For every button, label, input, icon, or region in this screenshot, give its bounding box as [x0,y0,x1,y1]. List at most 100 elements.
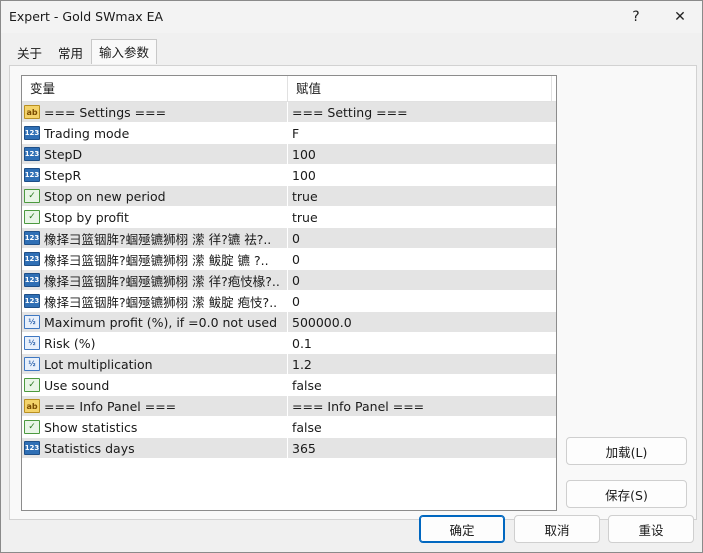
value-cell[interactable]: 500000.0 [288,312,552,332]
variable-name: StepR [44,167,82,183]
value-cell[interactable]: === Setting === [288,102,552,122]
table-row[interactable]: 123 橡择彐篮铟脌?蝈殛镳狮栩 潆 鲅腚 疱忮?.. 0 [22,291,556,312]
variable-cell: ab === Settings === [22,102,288,122]
tab-strip: 关于 常用 输入参数 [9,39,158,65]
variable-cell: 123 Statistics days [22,438,288,458]
variable-name: 橡择彐篮铟脌?蝈殛镳狮栩 潆 徉?镳 祛?.. [44,231,272,247]
variable-name: 橡择彐篮铟脌?蝈殛镳狮栩 潆 鲅腚 疱忮?.. [44,294,278,310]
double-type-icon: ½ [24,357,40,371]
variable-cell: 123 StepD [22,144,288,164]
value-cell[interactable]: 100 [288,165,552,185]
table-row[interactable]: ✓ Stop on new period true [22,186,556,207]
column-header-value[interactable]: 赋值 [288,76,552,101]
variable-name: === Info Panel === [44,398,177,414]
value-cell[interactable]: 0 [288,291,552,311]
tab-about[interactable]: 关于 [9,41,50,65]
cancel-button[interactable]: 取消 [514,515,600,543]
expert-dialog: Expert - Gold SWmax EA ? ✕ 关于 常用 输入参数 变量… [0,0,703,553]
table-row[interactable]: ✓ Stop by profit true [22,207,556,228]
reset-button[interactable]: 重设 [608,515,694,543]
value-cell[interactable]: 0.1 [288,333,552,353]
value-cell[interactable]: === Info Panel === [288,396,552,416]
integer-type-icon: 123 [24,273,40,287]
variable-cell: ½ Lot multiplication [22,354,288,374]
table-row[interactable]: ½ Lot multiplication 1.2 [22,354,556,375]
integer-type-icon: 123 [24,294,40,308]
variable-cell: 123 Trading mode [22,123,288,143]
save-button[interactable]: 保存(S) [566,480,687,508]
tab-inputs[interactable]: 输入参数 [91,39,158,64]
string-type-icon: ab [24,105,40,119]
integer-type-icon: 123 [24,441,40,455]
variable-name: Use sound [44,377,110,393]
double-type-icon: ½ [24,315,40,329]
table-row[interactable]: 123 橡择彐篮铟脌?蝈殛镳狮栩 潆 徉?疱忮椽?.. 0 [22,270,556,291]
window-title: Expert - Gold SWmax EA [9,9,164,24]
value-cell[interactable]: 0 [288,249,552,269]
value-cell[interactable]: 100 [288,144,552,164]
help-button[interactable]: ? [613,1,659,33]
string-type-icon: ab [24,399,40,413]
column-header-variable[interactable]: 变量 [22,76,288,101]
variable-cell: ✓ Stop on new period [22,186,288,206]
variable-cell: ✓ Use sound [22,375,288,395]
variable-name: Maximum profit (%), if =0.0 not used [44,314,278,330]
boolean-type-icon: ✓ [24,189,40,203]
boolean-type-icon: ✓ [24,378,40,392]
grid-rows: ab === Settings === === Setting === 123 Trad… [22,102,556,459]
integer-type-icon: 123 [24,126,40,140]
table-row[interactable]: 123 橡择彐篮铟脌?蝈殛镳狮栩 潆 徉?镳 祛?.. 0 [22,228,556,249]
table-row[interactable]: 123 StepR 100 [22,165,556,186]
variable-cell: 123 橡择彐篮铟脌?蝈殛镳狮栩 潆 鲅腚 镳 ?.. [22,249,288,269]
variable-cell: 123 橡择彐篮铟脌?蝈殛镳狮栩 潆 鲅腚 疱忮?.. [22,291,288,311]
variable-name: Trading mode [44,125,130,141]
table-row[interactable]: 123 橡择彐篮铟脌?蝈殛镳狮栩 潆 鲅腚 镳 ?.. 0 [22,249,556,270]
variable-name: 橡择彐篮铟脌?蝈殛镳狮栩 潆 鲅腚 镳 ?.. [44,252,269,268]
table-row[interactable]: ½ Maximum profit (%), if =0.0 not used 500… [22,312,556,333]
table-row[interactable]: ab === Settings === === Setting === [22,102,556,123]
value-cell[interactable]: F [288,123,552,143]
variable-cell: ✓ Stop by profit [22,207,288,227]
variable-cell: ½ Risk (%) [22,333,288,353]
integer-type-icon: 123 [24,147,40,161]
table-row[interactable]: ab === Info Panel === === Info Panel === [22,396,556,417]
boolean-type-icon: ✓ [24,210,40,224]
value-cell[interactable]: true [288,207,552,227]
integer-type-icon: 123 [24,168,40,182]
variable-name: Statistics days [44,440,135,456]
title-bar: Expert - Gold SWmax EA ? ✕ [1,1,702,33]
variable-cell: ✓ Show statistics [22,417,288,437]
tab-common[interactable]: 常用 [50,41,91,65]
variable-name: Stop on new period [44,188,166,204]
table-row[interactable]: 123 Statistics days 365 [22,438,556,459]
table-row[interactable]: 123 StepD 100 [22,144,556,165]
value-cell[interactable]: 0 [288,228,552,248]
close-button[interactable]: ✕ [657,1,703,33]
variable-name: Show statistics [44,419,138,435]
value-cell[interactable]: 365 [288,438,552,458]
variable-name: Stop by profit [44,209,129,225]
parameters-grid: 变量 赋值 ab === Settings === === Setting === 1… [21,75,557,511]
double-type-icon: ½ [24,336,40,350]
boolean-type-icon: ✓ [24,420,40,434]
ok-button[interactable]: 确定 [419,515,505,543]
variable-cell: ½ Maximum profit (%), if =0.0 not used [22,312,288,332]
value-cell[interactable]: 0 [288,270,552,290]
table-row[interactable]: ✓ Show statistics false [22,417,556,438]
table-row[interactable]: 123 Trading mode F [22,123,556,144]
variable-name: Lot multiplication [44,356,153,372]
value-cell[interactable]: true [288,186,552,206]
variable-name: Risk (%) [44,335,96,351]
value-cell[interactable]: 1.2 [288,354,552,374]
variable-cell: 123 橡择彐篮铟脌?蝈殛镳狮栩 潆 徉?镳 祛?.. [22,228,288,248]
integer-type-icon: 123 [24,231,40,245]
value-cell[interactable]: false [288,375,552,395]
load-button[interactable]: 加载(L) [566,437,687,465]
grid-header: 变量 赋值 [22,76,556,102]
variable-name: 橡择彐篮铟脌?蝈殛镳狮栩 潆 徉?疱忮椽?.. [44,273,280,289]
table-row[interactable]: ✓ Use sound false [22,375,556,396]
variable-cell: 123 StepR [22,165,288,185]
value-cell[interactable]: false [288,417,552,437]
table-row[interactable]: ½ Risk (%) 0.1 [22,333,556,354]
variable-name: StepD [44,146,83,162]
